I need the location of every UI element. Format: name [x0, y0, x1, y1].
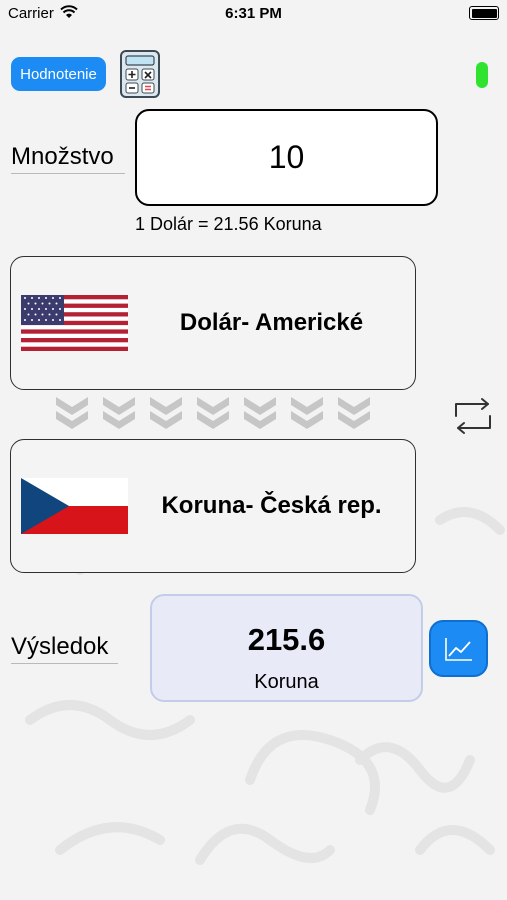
- battery-icon: [469, 6, 499, 20]
- swap-currencies-icon[interactable]: [453, 396, 493, 436]
- direction-arrows-icon: [56, 397, 370, 429]
- amount-input[interactable]: 10: [135, 109, 438, 206]
- exchange-rate-text: 1 Dolár = 21.56 Koruna: [135, 214, 322, 234]
- calculator-icon[interactable]: [120, 50, 160, 98]
- result-label: Výsledok: [11, 633, 118, 664]
- status-bar: Carrier 6:31 PM: [0, 0, 507, 28]
- rate-app-button[interactable]: Hodnotenie: [11, 57, 106, 91]
- result-value: 215.6: [247, 622, 326, 657]
- from-currency-name: Dolár- Americké: [179, 309, 364, 336]
- to-currency-name: Koruna- Česká rep.: [161, 492, 382, 519]
- to-currency-selector[interactable]: Koruna- Česká rep.: [10, 439, 416, 573]
- from-currency-selector[interactable]: Dolár- Americké: [10, 256, 416, 390]
- result-display: 215.6 Koruna: [150, 594, 423, 702]
- line-chart-icon: [444, 637, 472, 661]
- czech-flag-icon: [21, 478, 128, 534]
- online-indicator: [476, 62, 488, 88]
- amount-label: Množstvo: [11, 143, 125, 174]
- result-unit: Koruna: [254, 671, 319, 693]
- us-flag-icon: [21, 295, 128, 351]
- clock: 6:31 PM: [225, 5, 282, 22]
- rate-chart-button[interactable]: [429, 620, 488, 677]
